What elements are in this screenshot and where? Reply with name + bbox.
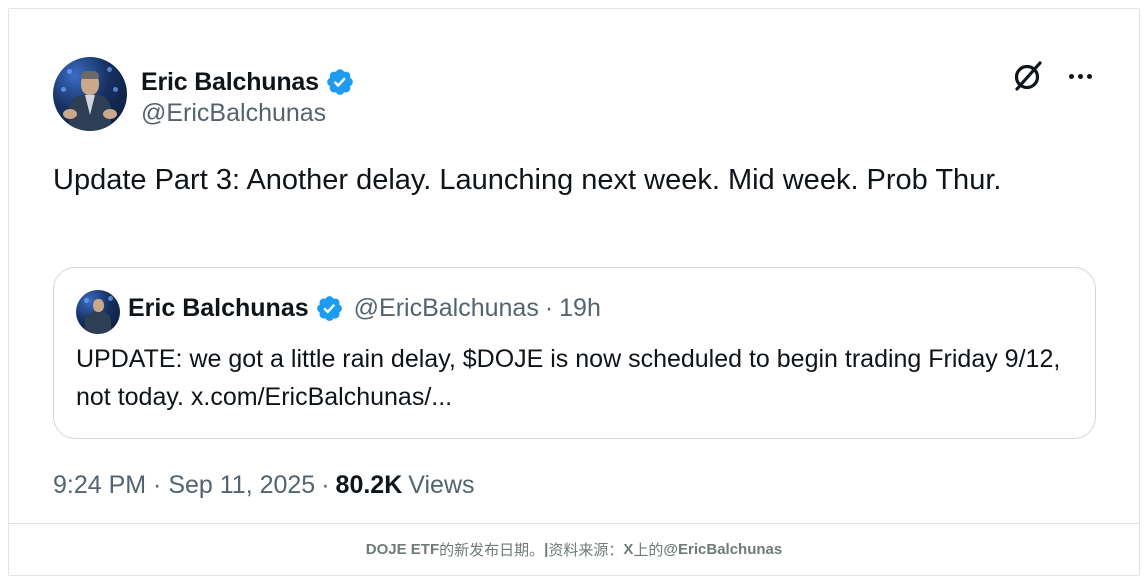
more-dot [1068, 73, 1074, 79]
caption-source-label: 资料来源： [548, 542, 624, 559]
tweet-timestamp[interactable]: 9:24 PM · Sep 11, 2025 [53, 471, 315, 500]
verified-badge-icon [316, 296, 342, 321]
tweet-meta: 9:24 PM · Sep 11, 2025 · 80.2K Views [53, 471, 475, 500]
quoted-author-name[interactable]: Eric Balchunas [128, 294, 309, 323]
avatar-bg-dot [107, 67, 112, 72]
quoted-tweet[interactable]: Eric Balchunas @EricBalchunas · 19h UPDA… [53, 267, 1096, 439]
avatar-bg-dot [108, 296, 113, 301]
avatar-person-head [93, 299, 104, 312]
tweet-top-actions [1011, 59, 1095, 93]
tweet-text: Update Part 3: Another delay. Launching … [53, 164, 1002, 196]
avatar-person-hair [81, 71, 99, 79]
quoted-author-handle[interactable]: @EricBalchunas [354, 294, 539, 323]
author-avatar[interactable] [53, 57, 127, 131]
caption-platform: X [623, 541, 634, 558]
more-dot [1086, 73, 1092, 79]
avatar-bg-dot [61, 87, 66, 92]
avatar-person-body [85, 312, 111, 334]
quoted-time-ago[interactable]: 19h [559, 294, 601, 323]
quoted-tweet-header: Eric Balchunas @EricBalchunas · 19h [128, 294, 601, 323]
more-dot [1077, 73, 1083, 79]
views-count: 80.2K [335, 471, 403, 499]
avatar-person-hand [63, 109, 77, 119]
quoted-tweet-text: UPDATE: we got a little rain delay, $DOJ… [76, 345, 1061, 411]
avatar-bg-dot [84, 298, 89, 303]
quoted-author-avatar[interactable] [76, 290, 120, 334]
avatar-person-hand [103, 109, 117, 119]
verified-badge-icon [327, 69, 353, 95]
meta-separator: · [321, 471, 330, 499]
caption-footer: DOJE ETF 的新发布日期。 | 资料来源： X 上的 @EricBalch… [9, 523, 1139, 575]
author-handle[interactable]: @EricBalchunas [141, 99, 326, 128]
caption-text: 的新发布日期。 [439, 542, 545, 559]
grok-logo-icon[interactable] [1011, 59, 1045, 93]
avatar-bg-dot [113, 87, 118, 92]
quoted-separator: · [544, 294, 554, 322]
author-name-row: Eric Balchunas [141, 67, 355, 97]
more-options-icon[interactable] [1065, 61, 1095, 91]
caption-on: 上的 [633, 542, 664, 559]
embedded-post-card: Eric Balchunas @EricBalchunas Update Par… [8, 8, 1140, 576]
views-label: Views [408, 471, 475, 499]
tweet[interactable]: Eric Balchunas @EricBalchunas Update Par… [9, 9, 1139, 523]
caption-source-handle[interactable]: @EricBalchunas [663, 541, 782, 558]
caption-etf-name: DOJE ETF [365, 541, 440, 558]
author-name[interactable]: Eric Balchunas [141, 68, 319, 97]
avatar-bg-dot [67, 69, 72, 74]
